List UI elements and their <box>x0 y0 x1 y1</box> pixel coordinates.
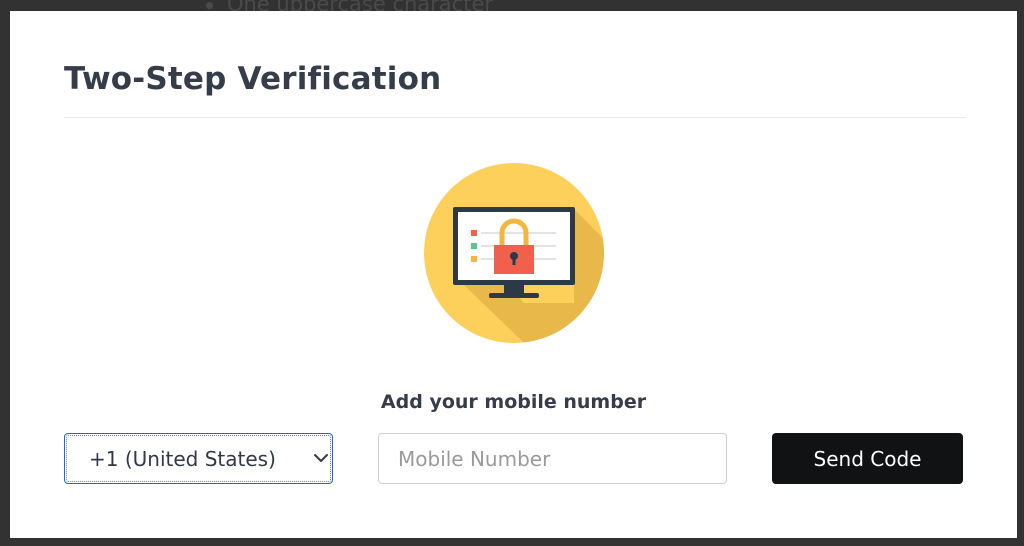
title-divider <box>64 117 965 118</box>
mobile-number-input[interactable] <box>378 433 727 484</box>
modal-title: Two-Step Verification <box>64 61 442 97</box>
list-dot-yellow <box>471 256 477 262</box>
bullet-icon <box>206 1 213 9</box>
chevron-down-icon <box>314 454 328 462</box>
add-mobile-prompt: Add your mobile number <box>380 391 647 413</box>
country-code-select[interactable]: +1 (United States) <box>64 433 333 484</box>
monitor-base <box>489 293 539 298</box>
two-step-verification-modal: Two-Step Verification Add your mobile nu… <box>10 11 1017 538</box>
computer-lock-icon <box>424 163 604 343</box>
monitor-neck <box>504 285 524 293</box>
list-dot-red <box>471 230 477 236</box>
send-code-button[interactable]: Send Code <box>772 433 963 484</box>
list-dot-green <box>471 243 477 249</box>
country-code-value: +1 (United States) <box>89 447 276 471</box>
